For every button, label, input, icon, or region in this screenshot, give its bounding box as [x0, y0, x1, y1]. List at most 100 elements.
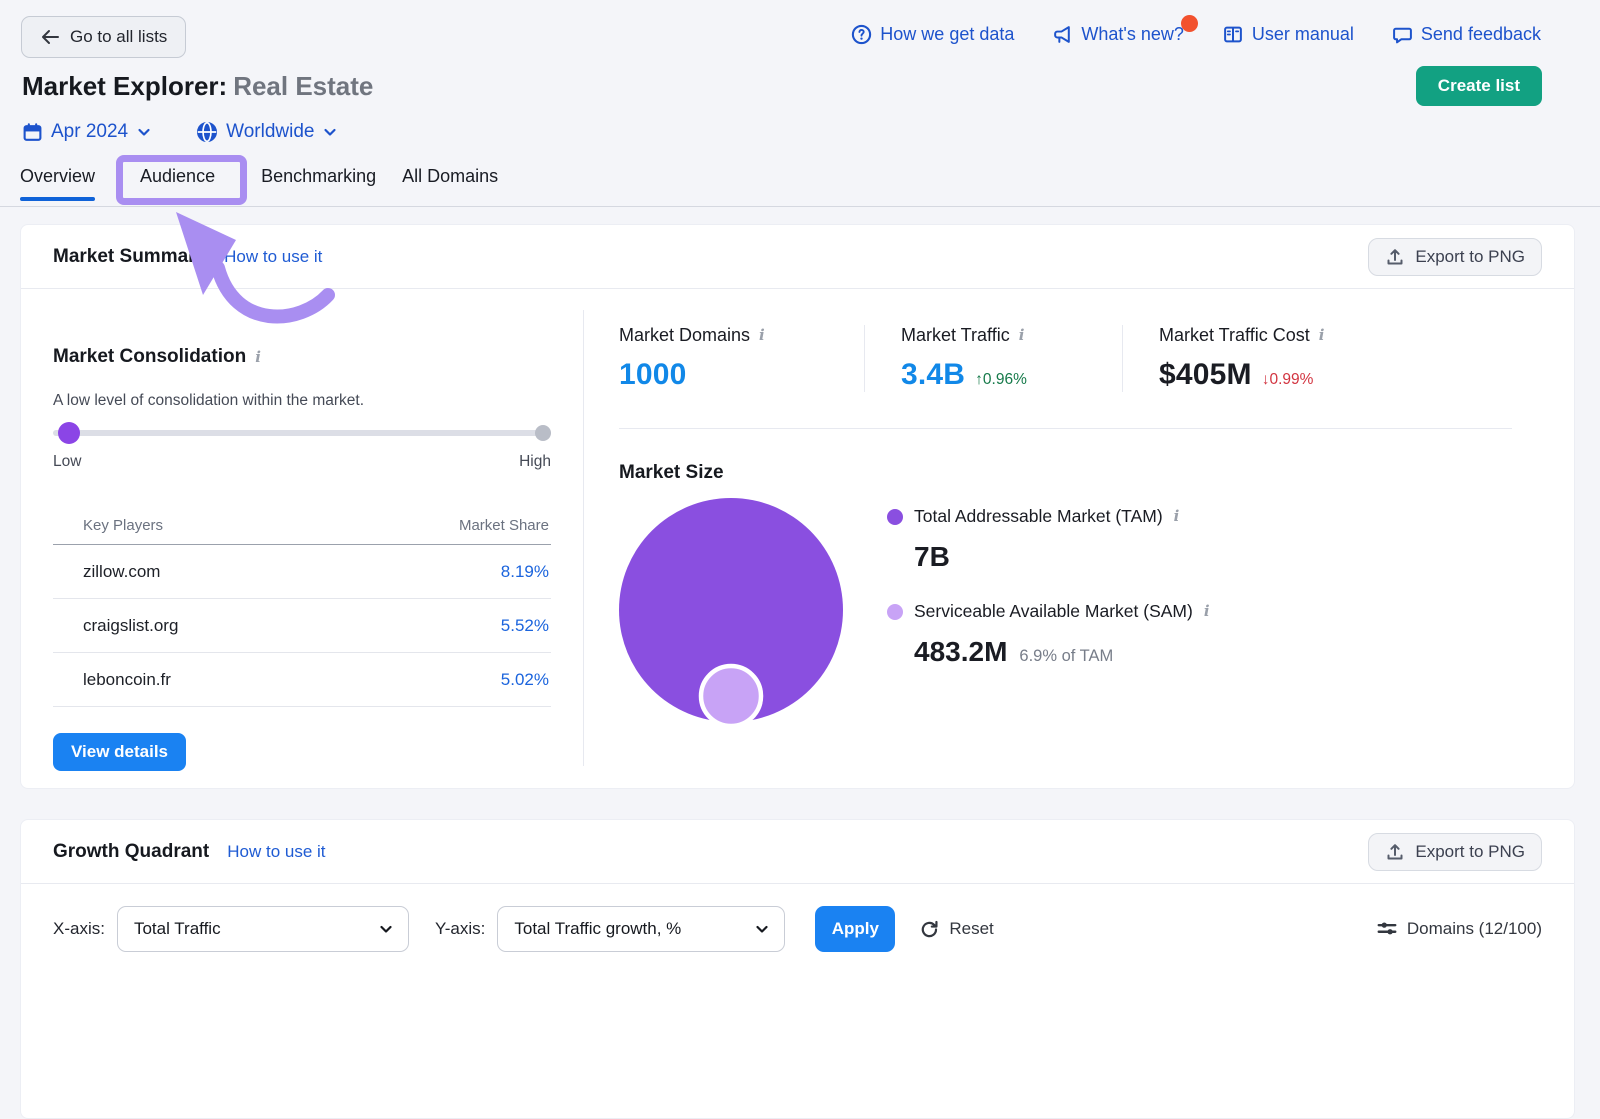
top-link-label: What's new?	[1081, 24, 1183, 45]
export-icon	[1385, 247, 1405, 267]
top-links: How we get data What's new? User manual …	[851, 24, 1541, 45]
page-title-prefix: Market Explorer:	[22, 71, 227, 101]
tab-benchmarking[interactable]: Benchmarking	[261, 152, 376, 204]
metric-change: ↑0.96%	[975, 371, 1027, 389]
notification-dot	[1181, 15, 1198, 32]
date-selector[interactable]: Apr 2024	[22, 121, 152, 143]
info-icon[interactable]: i	[1174, 509, 1180, 524]
create-list-button[interactable]: Create list	[1416, 66, 1542, 106]
tam-legend-item: Total Addressable Market (TAM) i	[887, 506, 1210, 527]
x-axis-label: X-axis:	[53, 919, 105, 939]
metric-market-traffic: Market Traffic i 3.4B ↑0.96%	[901, 325, 1123, 392]
market-consolidation-section: Market Consolidation i A low level of co…	[21, 310, 584, 766]
reset-icon	[919, 919, 940, 940]
key-players-column-header: Key Players	[83, 517, 163, 534]
chevron-down-icon	[378, 921, 394, 937]
market-size-legend: Total Addressable Market (TAM) i 7B Serv…	[887, 506, 1210, 734]
metrics-row: Market Domains i 1000 Market Traffic i 3…	[619, 325, 1542, 392]
market-consolidation-title: Market Consolidation i	[53, 346, 551, 368]
export-png-button[interactable]: Export to PNG	[1368, 238, 1542, 276]
reset-button[interactable]: Reset	[919, 919, 993, 940]
send-feedback-link[interactable]: Send feedback	[1392, 24, 1541, 45]
market-summary-header: Market Summary How to use it Export to P…	[21, 225, 1574, 289]
y-axis-select[interactable]: Total Traffic growth, %	[497, 906, 785, 952]
x-axis-selected-value: Total Traffic	[134, 919, 221, 939]
view-details-button[interactable]: View details	[53, 733, 186, 771]
consolidation-gauge	[53, 422, 551, 444]
metric-label: Market Traffic Cost	[1159, 325, 1310, 346]
selectors-row: Apr 2024 Worldwide	[0, 114, 1600, 150]
domains-filter-label: Domains (12/100)	[1407, 919, 1542, 939]
table-row: craigslist.org 5.52%	[53, 599, 551, 653]
metric-value: 1000	[619, 358, 687, 392]
how-we-get-data-link[interactable]: How we get data	[851, 24, 1014, 45]
question-circle-icon	[851, 24, 872, 45]
page-title: Market Explorer:Real Estate	[22, 71, 373, 102]
top-link-label: Send feedback	[1421, 24, 1541, 45]
tam-legend-dot	[887, 509, 903, 525]
market-name: Real Estate	[233, 71, 373, 101]
top-link-label: How we get data	[880, 24, 1014, 45]
sam-note: 6.9% of TAM	[1019, 647, 1113, 666]
region-selector-value: Worldwide	[226, 121, 314, 143]
y-axis-label: Y-axis:	[435, 919, 485, 939]
metrics-divider	[619, 428, 1512, 429]
growth-quadrant-title: Growth Quadrant	[53, 841, 209, 863]
x-axis-select[interactable]: Total Traffic	[117, 906, 409, 952]
megaphone-icon	[1052, 24, 1073, 45]
export-png-button[interactable]: Export to PNG	[1368, 833, 1542, 871]
info-icon[interactable]: i	[759, 328, 765, 343]
apply-button[interactable]: Apply	[815, 906, 895, 952]
top-bar: Go to all lists How we get data What's n…	[0, 0, 1600, 58]
user-manual-link[interactable]: User manual	[1222, 24, 1354, 45]
info-icon[interactable]: i	[1204, 604, 1210, 619]
export-png-label: Export to PNG	[1415, 842, 1525, 862]
tam-value-text: 7B	[914, 541, 950, 573]
arrow-left-icon	[40, 27, 60, 47]
sam-legend-item: Serviceable Available Market (SAM) i	[887, 601, 1210, 622]
info-icon[interactable]: i	[255, 350, 261, 365]
calendar-icon	[22, 122, 43, 143]
tam-sam-bubble-chart	[619, 498, 849, 734]
metric-label: Market Domains	[619, 325, 750, 346]
info-icon[interactable]: i	[1019, 328, 1025, 343]
chevron-down-icon	[322, 124, 338, 140]
gauge-high-label: High	[519, 453, 551, 471]
region-selector[interactable]: Worldwide	[196, 121, 338, 143]
domains-filter-button[interactable]: Domains (12/100)	[1376, 918, 1542, 940]
y-axis-selected-value: Total Traffic growth, %	[514, 919, 681, 939]
whats-new-link[interactable]: What's new?	[1052, 24, 1183, 45]
sam-bubble	[701, 666, 761, 726]
tab-audience[interactable]: Audience	[121, 152, 235, 204]
tab-overview[interactable]: Overview	[20, 152, 95, 204]
sam-value-text: 483.2M	[914, 636, 1007, 668]
export-png-label: Export to PNG	[1415, 247, 1525, 267]
how-to-use-link[interactable]: How to use it	[227, 842, 325, 862]
sam-legend-dot	[887, 604, 903, 620]
filter-sliders-icon	[1376, 918, 1398, 940]
info-icon[interactable]: i	[1319, 328, 1325, 343]
metric-value: 3.4B	[901, 358, 965, 392]
market-share-value[interactable]: 8.19%	[501, 562, 549, 582]
metric-label: Market Traffic	[901, 325, 1010, 346]
go-to-all-lists-button[interactable]: Go to all lists	[21, 16, 186, 58]
back-button-label: Go to all lists	[70, 27, 167, 47]
table-row: leboncoin.fr 5.02%	[53, 653, 551, 707]
market-summary-card: Market Summary How to use it Export to P…	[20, 224, 1575, 789]
key-player-domain: zillow.com	[83, 562, 160, 582]
growth-quadrant-header: Growth Quadrant How to use it Export to …	[21, 820, 1574, 884]
book-icon	[1222, 24, 1244, 45]
tab-bar-divider	[0, 206, 1600, 207]
how-to-use-link[interactable]: How to use it	[224, 247, 322, 267]
table-row: zillow.com 8.19%	[53, 545, 551, 599]
market-share-value[interactable]: 5.52%	[501, 616, 549, 636]
market-size-title-text: Market Size	[619, 462, 724, 484]
market-size-title: Market Size	[619, 462, 1542, 484]
consolidation-description: A low level of consolidation within the …	[53, 392, 551, 410]
market-metrics-section: Market Domains i 1000 Market Traffic i 3…	[584, 289, 1574, 789]
tab-all-domains[interactable]: All Domains	[402, 152, 498, 204]
market-share-value[interactable]: 5.02%	[501, 670, 549, 690]
tab-bar: Overview Audience Benchmarking All Domai…	[0, 150, 1600, 206]
chevron-down-icon	[136, 124, 152, 140]
feedback-bubble-icon	[1392, 24, 1413, 45]
